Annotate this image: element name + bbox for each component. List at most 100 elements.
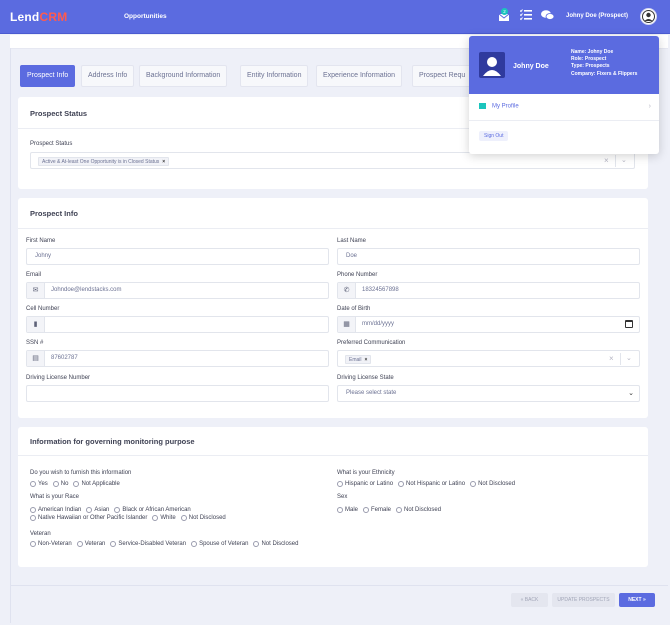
- radio-circle-icon: [337, 507, 343, 513]
- radio-service-disabled-veteran[interactable]: Service-Disabled Veteran: [110, 541, 186, 547]
- radio-circle-icon: [363, 507, 370, 513]
- clear-icon[interactable]: ×: [609, 354, 614, 363]
- update-prospects-button[interactable]: UPDATE PROSPECTS: [552, 593, 615, 607]
- radio-male[interactable]: Male: [337, 507, 358, 513]
- radio-black[interactable]: Black or African American: [114, 507, 191, 513]
- nav-opportunities[interactable]: Opportunities: [124, 13, 167, 20]
- last-name-field[interactable]: Doe: [337, 248, 640, 265]
- radio-ethnicity-not-disclosed[interactable]: Not Disclosed: [470, 481, 515, 487]
- radio-circle-icon: [470, 481, 477, 487]
- radio-circle-icon: [110, 541, 117, 547]
- user-avatar-icon: [479, 52, 505, 78]
- first-name-field[interactable]: Johny: [26, 248, 329, 265]
- chevron-down-icon[interactable]: ⌄: [626, 354, 632, 362]
- date-picker-icon[interactable]: [625, 320, 633, 328]
- radio-veteran-not-disclosed[interactable]: Not Disclosed: [253, 541, 298, 547]
- radio-female[interactable]: Female: [363, 507, 391, 513]
- radio-spouse-of-veteran[interactable]: Spouse of Veteran: [191, 541, 248, 547]
- chevron-right-icon: ›: [648, 103, 651, 110]
- user-menu-label[interactable]: Johny Doe (Prospect): [566, 13, 628, 19]
- envelope-icon: ✉: [27, 283, 45, 298]
- race-options-line2: Native Hawaiian or Other Pacific Islande…: [30, 515, 330, 521]
- phone-icon: ✆: [338, 283, 356, 298]
- card-divider: [18, 228, 648, 229]
- radio-not-applicable[interactable]: Not Applicable: [73, 481, 120, 487]
- chip-remove-icon[interactable]: ×: [365, 357, 368, 363]
- tab-prospect-requirements[interactable]: Prospect Requ: [412, 65, 473, 87]
- prospect-info-title: Prospect Info: [30, 209, 78, 218]
- radio-native-hawaiian[interactable]: Native Hawaiian or Other Pacific Islande…: [30, 515, 147, 521]
- chevron-down-icon: ⌄: [628, 390, 634, 397]
- dropdown-header: Johny Doe Name: Johny Doe Role: Prospect…: [469, 36, 659, 94]
- veteran-label: Veteran: [30, 531, 51, 537]
- radio-no[interactable]: No: [52, 481, 68, 487]
- email-field[interactable]: ✉ Johndoe@lendstacks.com: [26, 282, 329, 299]
- ssn-field[interactable]: ▤ 87602787: [26, 350, 329, 367]
- radio-yes[interactable]: Yes: [30, 481, 48, 487]
- license-state-label: Driving License State: [337, 375, 394, 381]
- back-button[interactable]: « BACK: [511, 593, 548, 607]
- radio-race-not-disclosed[interactable]: Not Disclosed: [180, 515, 226, 521]
- dropdown-user-details: Name: Johny Doe Role: Prospect Type: Pro…: [571, 49, 638, 77]
- prospect-info-card: Prospect Info First Name Johny Last Name…: [18, 198, 648, 418]
- phone-field[interactable]: ✆ 18324567898: [337, 282, 640, 299]
- mobile-icon: ▮: [27, 317, 45, 332]
- card-divider: [18, 455, 648, 456]
- radio-american-indian[interactable]: American Indian: [30, 507, 81, 513]
- chat-icon[interactable]: [541, 9, 555, 23]
- radio-circle-icon: [30, 481, 36, 487]
- communication-select[interactable]: Email × × ⌄: [337, 350, 640, 367]
- dob-field[interactable]: ▦ mm/dd/yyyy: [337, 316, 640, 333]
- tab-address-info[interactable]: Address Info: [81, 65, 135, 87]
- email-label: Email: [26, 272, 42, 278]
- sign-out-button[interactable]: Sign Out: [479, 131, 509, 141]
- calendar-icon: ▦: [338, 317, 356, 332]
- license-number-field[interactable]: [26, 385, 329, 402]
- chip-remove-icon[interactable]: ×: [162, 159, 165, 165]
- radio-circle-icon: [396, 507, 403, 513]
- tab-prospect-info[interactable]: Prospect Info: [20, 65, 76, 87]
- tab-entity-information[interactable]: Entity Information: [240, 65, 309, 87]
- prospect-status-select[interactable]: Active & At-least One Opportunity is in …: [30, 152, 635, 169]
- next-button[interactable]: NEXT »: [619, 593, 655, 607]
- ethnicity-label: What is your Ethnicity: [337, 470, 395, 476]
- dropdown-user-name: Johny Doe: [513, 63, 549, 70]
- communication-label: Preferred Communication: [337, 340, 406, 346]
- profile-icon: [479, 103, 486, 109]
- radio-circle-icon: [180, 515, 187, 521]
- user-avatar[interactable]: [640, 8, 657, 25]
- prospect-status-title: Prospect Status: [30, 109, 88, 118]
- radio-hispanic[interactable]: Hispanic or Latino: [337, 481, 393, 487]
- radio-not-hispanic[interactable]: Not Hispanic or Latino: [398, 481, 465, 487]
- radio-circle-icon: [30, 541, 36, 547]
- ssn-label: SSN #: [26, 340, 44, 346]
- tasks-icon[interactable]: [519, 9, 534, 23]
- user-dropdown: Johny Doe Name: Johny Doe Role: Prospect…: [469, 36, 659, 154]
- radio-asian[interactable]: Asian: [86, 507, 109, 513]
- first-name-label: First Name: [26, 238, 56, 244]
- footer-divider: [10, 585, 668, 586]
- radio-circle-icon: [76, 541, 83, 547]
- tab-background-information[interactable]: Background Information: [139, 65, 228, 87]
- radio-veteran[interactable]: Veteran: [76, 541, 105, 547]
- furnish-label: Do you wish to furnish this information: [30, 470, 132, 476]
- furnish-options: Yes No Not Applicable: [30, 481, 330, 487]
- prospect-status-label: Prospect Status: [30, 141, 73, 147]
- radio-circle-icon: [191, 541, 198, 547]
- ethnicity-options: Hispanic or Latino Not Hispanic or Latin…: [337, 481, 637, 487]
- radio-white[interactable]: White: [152, 515, 176, 521]
- phone-label: Phone Number: [337, 272, 378, 278]
- id-card-icon: ▤: [27, 351, 45, 366]
- tab-experience-information[interactable]: Experience Information: [316, 65, 402, 87]
- race-label: What is your Race: [30, 494, 80, 500]
- app-logo[interactable]: LendCRM: [10, 10, 67, 24]
- my-profile-link[interactable]: My Profile: [479, 103, 519, 110]
- radio-circle-icon: [30, 507, 36, 513]
- radio-non-veteran[interactable]: Non-Veteran: [30, 541, 72, 547]
- radio-sex-not-disclosed[interactable]: Not Disclosed: [396, 507, 441, 513]
- chevron-down-icon[interactable]: ⌄: [621, 156, 627, 164]
- license-state-select[interactable]: Please select state ⌄: [337, 385, 640, 402]
- cell-field[interactable]: ▮: [26, 316, 329, 333]
- clear-icon[interactable]: ×: [604, 156, 609, 165]
- radio-circle-icon: [52, 481, 59, 487]
